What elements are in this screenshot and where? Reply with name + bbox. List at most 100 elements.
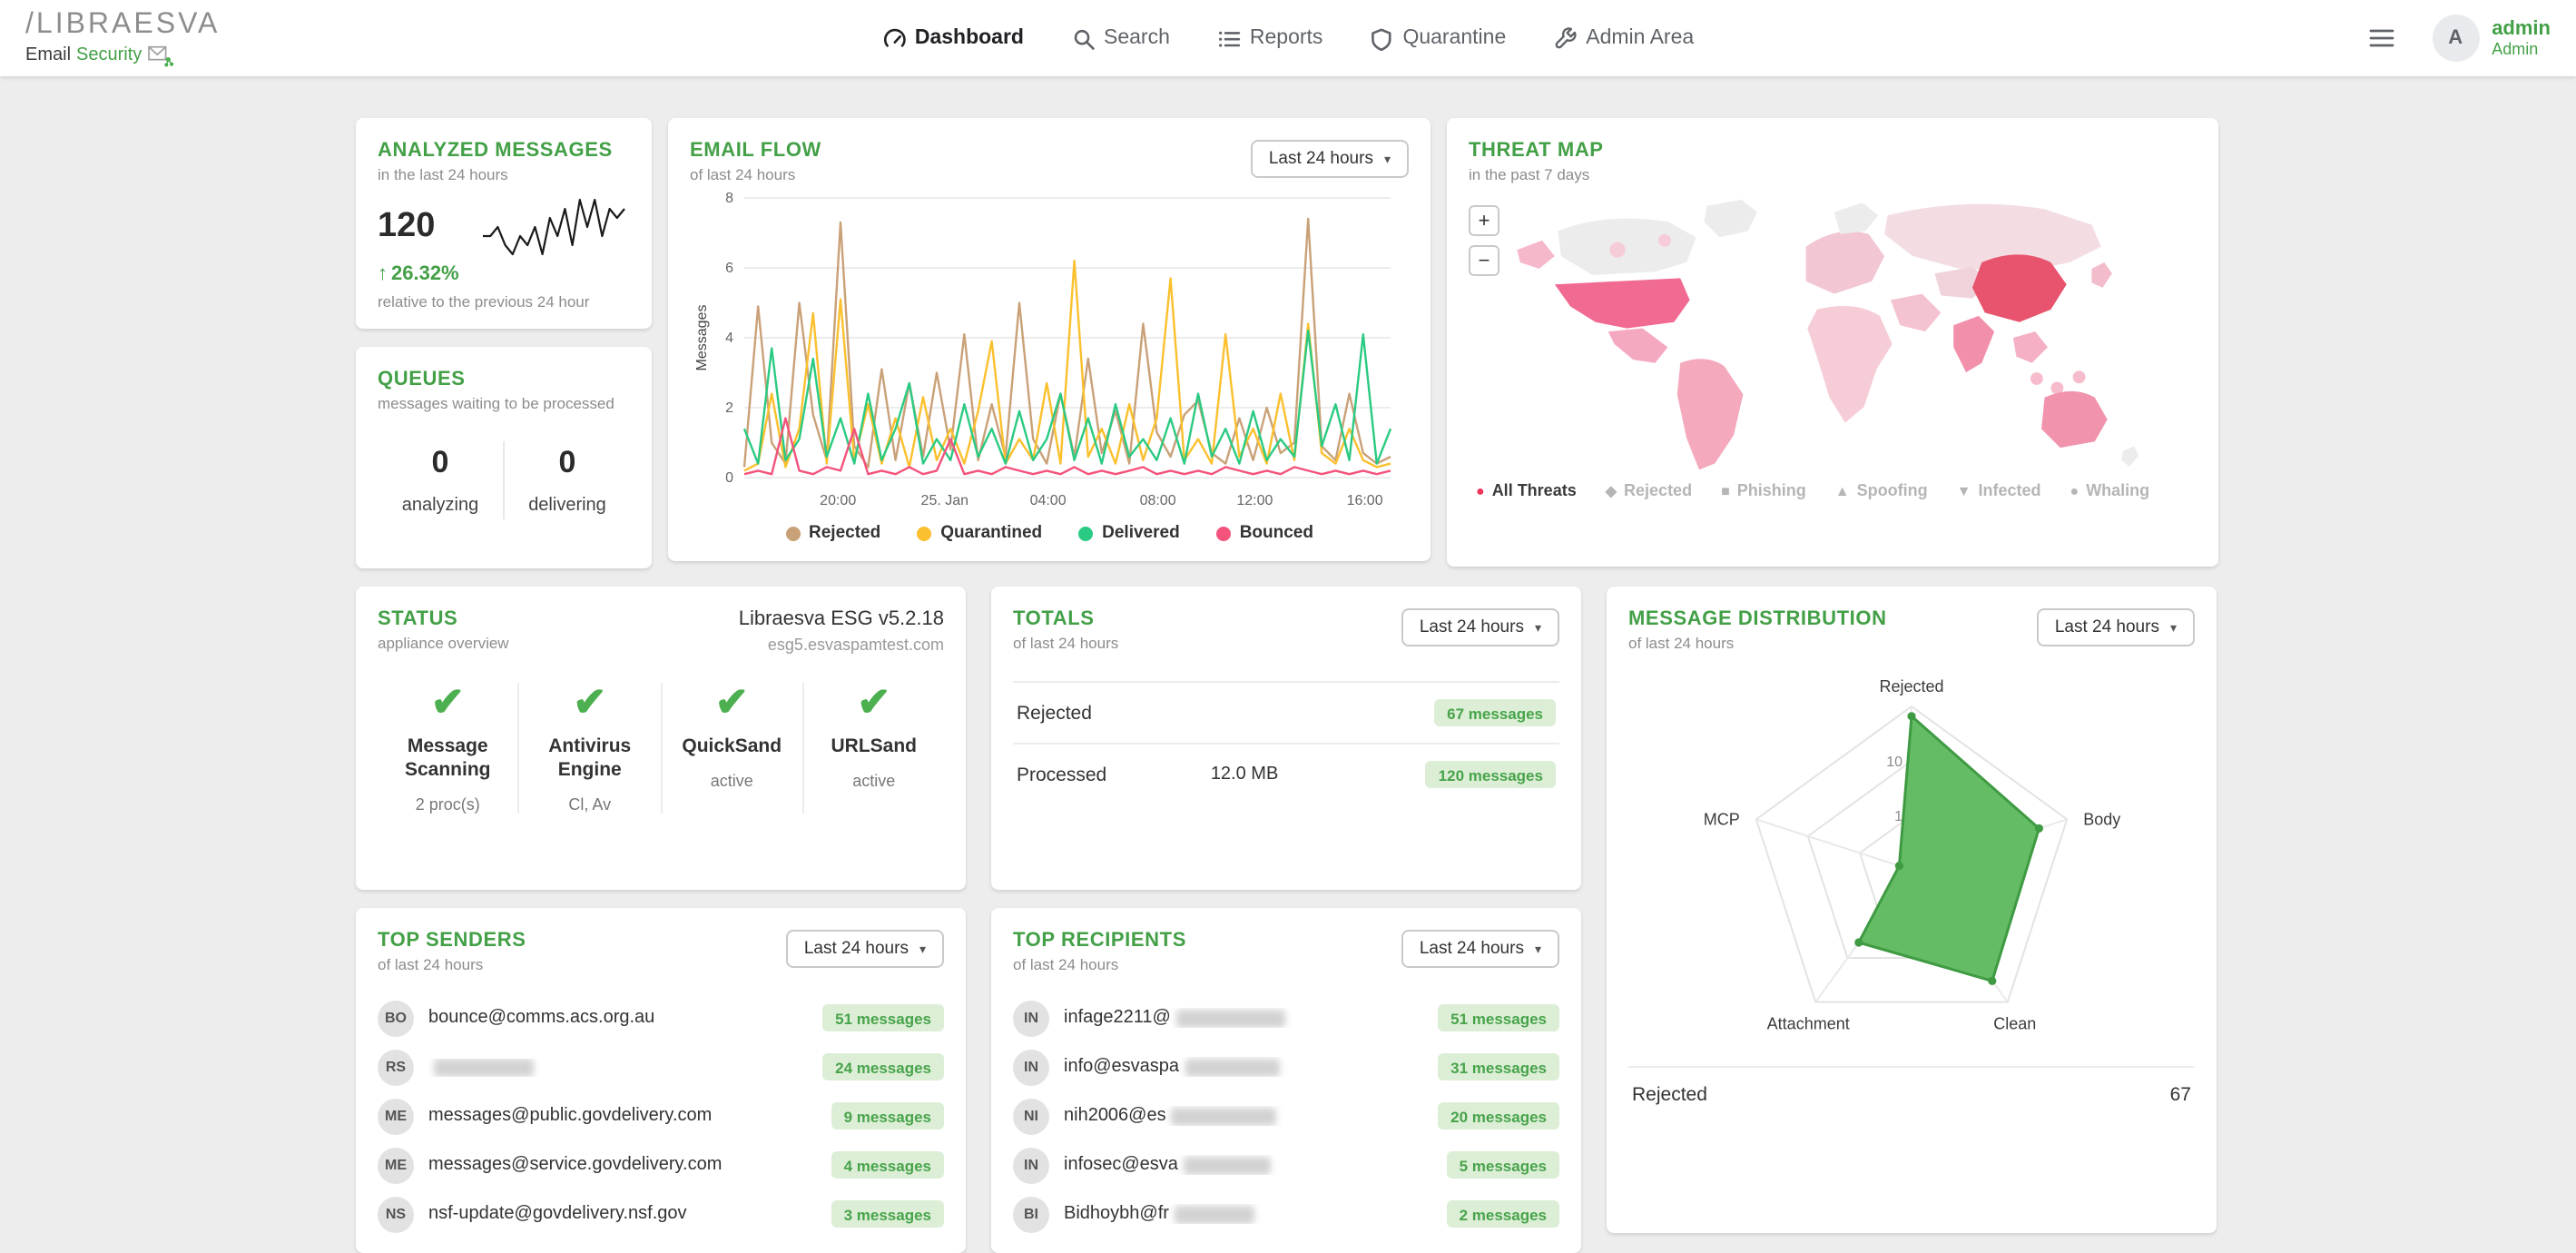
distribution-range-dropdown[interactable]: Last 24 hours ▾ [2036, 608, 2195, 646]
message-count-badge: 2 messages [1446, 1200, 1559, 1228]
zoom-out-button[interactable]: − [1469, 245, 1499, 276]
list-item: NI nih2006@es 20 messages [1013, 1091, 1559, 1140]
map-zoom-controls: + − [1469, 205, 1499, 276]
legend-dot [1215, 526, 1231, 540]
list-item: ME messages@public.govdelivery.com 9 mes… [378, 1091, 944, 1140]
recipient-email-redacted: infage2211@ [1064, 1008, 1423, 1028]
legend-rejected[interactable]: ◆ Rejected [1606, 481, 1692, 499]
check-icon: ✔ [430, 679, 465, 725]
message-count-badge: 51 messages [1438, 1004, 1559, 1031]
card-subtitle: in the last 24 hours [378, 165, 508, 183]
senders-range-dropdown[interactable]: Last 24 hours ▾ [785, 930, 944, 968]
message-count-badge: 3 messages [831, 1200, 944, 1228]
redacted-text [434, 1058, 534, 1076]
card-subtitle: appliance overview [378, 634, 509, 652]
card-title: THREAT MAP [1469, 140, 1604, 162]
chevron-down-icon: ▾ [2169, 622, 2177, 635]
email-flow-card: EMAIL FLOW of last 24 hours Last 24 hour… [668, 118, 1431, 561]
top-senders-card: TOP SENDERS of last 24 hours Last 24 hou… [356, 908, 966, 1253]
avatar: BI [1013, 1196, 1049, 1232]
logo-brand-security: Security [76, 44, 143, 65]
message-count-badge: 4 messages [831, 1151, 944, 1179]
chevron-down-icon: ▾ [1534, 622, 1541, 635]
menu-list-icon[interactable] [2366, 25, 2395, 51]
nav-item-quarantine[interactable]: Quarantine [1370, 26, 1506, 50]
recipient-email-redacted: info@esvaspa [1064, 1057, 1423, 1077]
appliance-hostname: esg5.esvaspamtest.com [767, 636, 944, 654]
recipients-list: IN infage2211@ 51 messages IN info@esvas… [1013, 993, 1559, 1238]
page: /LIBRAESVA Email Security Dashboard Sear… [0, 0, 2576, 1253]
sender-email: messages@service.govdelivery.com [428, 1155, 723, 1175]
legend-delivered: Delivered [1078, 523, 1180, 543]
legend-all-threats[interactable]: ● All Threats [1476, 481, 1577, 499]
top-recipients-card: TOP RECIPIENTS of last 24 hours Last 24 … [991, 908, 1581, 1253]
reports-icon [1217, 26, 1241, 50]
legend-rejected: Rejected [785, 523, 880, 543]
svg-text:Attachment: Attachment [1767, 1015, 1850, 1033]
senders-list: BO bounce@comms.acs.org.au 51 messages R… [378, 993, 944, 1238]
dashboard-content: ANALYZED MESSAGES in the last 24 hours 1… [0, 76, 2576, 1253]
status-check-message-scanning: ✔ Message Scanning 2 proc(s) [378, 679, 518, 814]
nav-item-dashboard[interactable]: Dashboard [882, 26, 1024, 50]
gauge-icon [882, 26, 906, 50]
card-subtitle: in the past 7 days [1469, 165, 1590, 183]
threat-map-legend: ● All Threats ◆ Rejected ■ Phishing ▲ Spoofi… [1469, 481, 2197, 499]
status-card: STATUS appliance overview Libraesva ESG … [356, 587, 966, 890]
avatar: BO [378, 1000, 414, 1036]
svg-text:4: 4 [725, 331, 733, 346]
user-menu[interactable]: A admin Admin [2432, 15, 2551, 62]
redacted-text [1171, 1107, 1277, 1125]
recipient-email-redacted: Bidhoybh@fr [1064, 1204, 1432, 1224]
list-item: IN infosec@esva 5 messages [1013, 1140, 1559, 1189]
status-check-urlsand: ✔ URLSand active [801, 682, 945, 814]
svg-text:16:00: 16:00 [1347, 493, 1383, 508]
card-subtitle: of last 24 hours [1013, 955, 1119, 973]
appliance-version: Libraesva ESG v5.2.18 [738, 608, 944, 630]
status-check-antivirus: ✔ Antivirus Engine Cl, Av [517, 682, 661, 814]
avatar[interactable]: A [2432, 15, 2480, 62]
legend-phishing[interactable]: ■ Phishing [1721, 481, 1806, 499]
card-subtitle: of last 24 hours [1628, 634, 1735, 652]
sender-email-redacted [428, 1058, 808, 1076]
legend-quarantined: Quarantined [917, 523, 1042, 543]
logo-brand-email: Email [25, 44, 72, 65]
email-flow-range-dropdown[interactable]: Last 24 hours ▾ [1250, 140, 1409, 178]
world-map[interactable] [1469, 187, 2197, 478]
message-count-badge: 24 messages [822, 1053, 944, 1080]
check-icon: ✔ [714, 679, 749, 725]
recipient-email-redacted: nih2006@es [1064, 1106, 1423, 1126]
nav-item-label: Admin Area [1586, 27, 1695, 49]
avatar: ME [378, 1147, 414, 1183]
legend-whaling[interactable]: ● Whaling [2070, 481, 2150, 499]
legend-spoofing[interactable]: ▲ Spoofing [1835, 481, 1928, 499]
svg-text:Rejected: Rejected [1879, 677, 1943, 696]
card-subtitle: messages waiting to be processed [378, 394, 615, 412]
legend-dot [917, 526, 932, 540]
legend-dot [1078, 526, 1094, 540]
nav-item-label: Dashboard [914, 27, 1024, 49]
totals-range-dropdown[interactable]: Last 24 hours ▾ [1401, 608, 1559, 646]
svg-text:04:00: 04:00 [1030, 493, 1067, 508]
svg-text:Body: Body [2083, 810, 2120, 828]
avatar: IN [1013, 1147, 1049, 1183]
svg-text:0: 0 [725, 470, 733, 486]
redacted-text [1185, 1058, 1280, 1076]
legend-infected[interactable]: ▼ Infected [1957, 481, 2041, 499]
avatar: RS [378, 1049, 414, 1085]
nav-item-reports[interactable]: Reports [1217, 26, 1322, 50]
nav-item-label: Quarantine [1402, 27, 1507, 49]
list-item: BI Bidhoybh@fr 2 messages [1013, 1189, 1559, 1238]
avatar: IN [1013, 1049, 1049, 1085]
message-count-badge: 51 messages [822, 1004, 944, 1031]
svg-text:08:00: 08:00 [1140, 493, 1176, 508]
svg-text:2: 2 [725, 400, 733, 416]
avatar: IN [1013, 1000, 1049, 1036]
list-item: BO bounce@comms.acs.org.au 51 messages [378, 993, 944, 1042]
nav-item-admin-area[interactable]: Admin Area [1553, 26, 1694, 50]
sender-email: bounce@comms.acs.org.au [428, 1008, 655, 1028]
nav-item-search[interactable]: Search [1071, 26, 1170, 50]
chevron-down-icon: ▾ [1534, 943, 1541, 956]
zoom-in-button[interactable]: + [1469, 205, 1499, 236]
recipients-range-dropdown[interactable]: Last 24 hours ▾ [1401, 930, 1559, 968]
svg-text:10: 10 [1886, 755, 1903, 770]
